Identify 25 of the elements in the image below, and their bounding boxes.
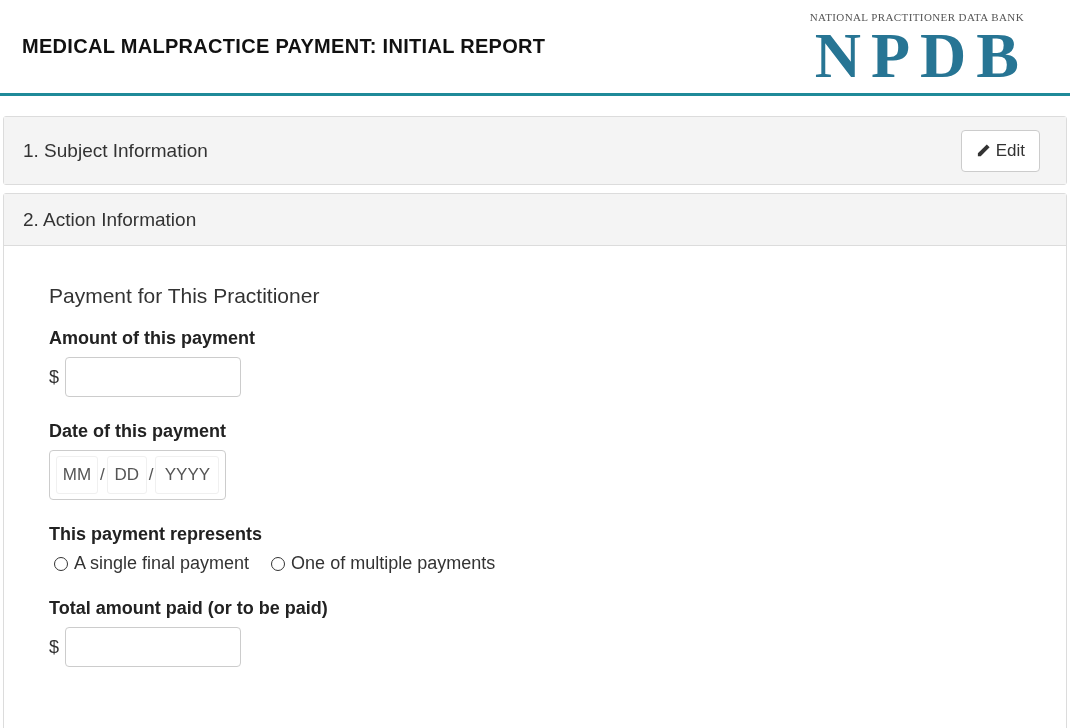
date-separator: /	[148, 465, 154, 485]
date-part-input[interactable]: DD	[106, 456, 147, 494]
radio-option[interactable]: One of multiple payments	[271, 553, 496, 574]
section-header[interactable]: 2. Action Information	[4, 194, 1066, 246]
date-part-input[interactable]: MM	[56, 456, 98, 494]
form-heading: Payment for This Practitioner	[49, 284, 321, 308]
dollar-sign: $	[49, 636, 59, 658]
section-title: 2. Action Information	[23, 208, 197, 231]
section-title: 1. Subject Information	[23, 139, 208, 162]
amount-input[interactable]	[65, 627, 241, 667]
logo: NPDB	[814, 22, 1029, 89]
page-title: MEDICAL MALPRACTICE PAYMENT: INITIAL REPORT	[22, 35, 546, 58]
date-separator: /	[100, 465, 105, 485]
field-label: Amount of this payment	[49, 328, 256, 349]
dollar-sign: $	[49, 366, 59, 388]
section-header[interactable]: 1. Subject Information Edit	[4, 117, 1066, 184]
field-label: This payment represents	[49, 524, 264, 545]
logo-caption: NATIONAL PRACTITIONER DATA BANK	[809, 10, 1024, 23]
field-label: Total amount paid (or to be paid)	[49, 598, 329, 619]
date-part-input[interactable]: YYYY	[155, 456, 220, 494]
radio-option[interactable]: A single final payment	[54, 553, 250, 574]
edit-button[interactable]: Edit	[960, 129, 1040, 172]
field-label: Date of this payment	[49, 421, 228, 442]
pencil-icon	[975, 143, 991, 158]
amount-input[interactable]	[65, 357, 241, 397]
